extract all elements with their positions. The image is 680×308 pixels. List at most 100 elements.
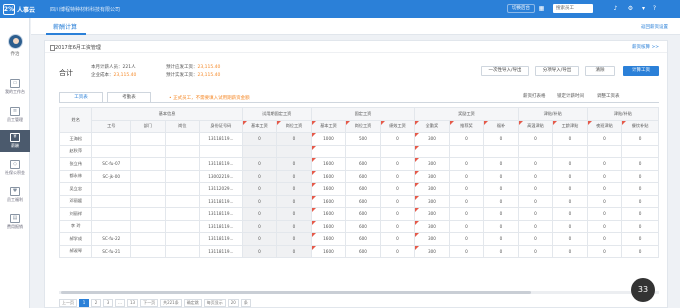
table-row[interactable]: 邓丽媛 13118119... 0 0 1600 600 0 300 0 0 0 0 0 0 <box>59 194 659 208</box>
table-cell[interactable] <box>621 144 659 158</box>
table-cell[interactable]: 0 <box>621 132 659 146</box>
table-cell[interactable]: 0 <box>552 219 588 233</box>
sidebar-item-staff[interactable]: ≡ 员工管理 <box>0 104 30 126</box>
table-cell[interactable]: 0 <box>586 244 623 258</box>
question-icon[interactable]: ? <box>651 5 658 12</box>
table-cell[interactable]: 600 <box>345 182 381 196</box>
pager-item[interactable]: 上一页 <box>59 299 77 307</box>
table-cell[interactable]: 0 <box>448 244 485 258</box>
table-cell[interactable]: 1600 <box>310 232 347 246</box>
table-cell[interactable]: 0 <box>483 157 519 171</box>
scrollbar-thumb[interactable] <box>61 291 531 294</box>
table-cell[interactable]: 0 <box>379 157 416 171</box>
bell-icon[interactable]: ♪ <box>612 5 619 12</box>
export-table-link[interactable]: 薪资打表格 <box>523 93 546 99</box>
table-cell[interactable]: 0 <box>483 219 519 233</box>
table-cell[interactable]: 300 <box>414 169 450 183</box>
switch-backend-button[interactable]: 切换后台 <box>507 4 535 13</box>
sidebar-item-expense[interactable]: ▤ 费用报销 <box>0 211 30 233</box>
table-cell[interactable] <box>276 144 312 158</box>
table-cell[interactable]: 0 <box>621 232 659 246</box>
table-cell[interactable]: 600 <box>345 232 381 246</box>
table-cell[interactable]: 0 <box>517 157 554 171</box>
table-cell[interactable]: 0 <box>586 207 623 221</box>
table-cell[interactable]: 0 <box>621 244 659 258</box>
table-cell[interactable] <box>310 144 347 158</box>
table-cell[interactable]: 0 <box>379 132 416 146</box>
table-cell[interactable] <box>448 144 485 158</box>
table-cell[interactable]: 0 <box>552 182 588 196</box>
table-cell[interactable]: 0 <box>241 182 278 196</box>
table-cell[interactable]: 0 <box>379 232 416 246</box>
table-cell[interactable]: 0 <box>276 232 312 246</box>
pager-item[interactable]: 13 <box>127 299 139 307</box>
table-cell[interactable]: 1600 <box>310 169 347 183</box>
table-cell[interactable]: 300 <box>414 207 450 221</box>
table-cell[interactable]: 0 <box>241 194 278 208</box>
table-cell[interactable]: 0 <box>483 207 519 221</box>
salary-accounting-link[interactable]: 薪资核算 >> <box>632 44 659 50</box>
table-cell[interactable] <box>586 144 623 158</box>
sidebar-item-insurance[interactable]: ◇ 社保公积金 <box>0 157 30 179</box>
sidebar-item-workbench[interactable]: ▭ 我的工作台 <box>0 76 30 98</box>
table-cell[interactable]: 0 <box>621 182 659 196</box>
avatar[interactable] <box>8 34 23 49</box>
table-cell[interactable]: 0 <box>379 244 416 258</box>
table-cell[interactable]: 0 <box>483 194 519 208</box>
sidebar-item-salary[interactable]: ¥ 薪酬 <box>0 130 30 152</box>
table-row[interactable]: 王海松 13118119... 0 0 1000 500 0 300 0 0 0 0 0 0 <box>59 132 659 146</box>
table-cell[interactable] <box>414 144 450 158</box>
table-cell[interactable]: 0 <box>241 232 278 246</box>
table-cell[interactable] <box>241 144 278 158</box>
table-cell[interactable]: 0 <box>379 169 416 183</box>
chevron-down-icon[interactable]: ▾ <box>640 5 647 12</box>
table-row[interactable]: 都永林 SC-jk-00 13002219... 0 0 1600 600 0 300 0 0 0 0 0… <box>59 169 659 183</box>
table-cell[interactable]: 1600 <box>310 207 347 221</box>
pager-item[interactable]: 条 <box>240 299 251 307</box>
table-cell[interactable]: 0 <box>552 157 588 171</box>
table-cell[interactable]: 600 <box>345 169 381 183</box>
table-cell[interactable]: 0 <box>552 207 588 221</box>
table-cell[interactable]: 0 <box>276 182 312 196</box>
table-cell[interactable]: 0 <box>241 157 278 171</box>
table-cell[interactable]: 0 <box>517 219 554 233</box>
table-cell[interactable]: 0 <box>448 157 485 171</box>
table-cell[interactable]: 0 <box>241 244 278 258</box>
table-cell[interactable] <box>517 144 554 158</box>
table-cell[interactable]: 0 <box>517 182 554 196</box>
table-cell[interactable]: 0 <box>448 219 485 233</box>
adjust-sheet-link[interactable]: 调整工资表 <box>597 93 620 99</box>
itemized-import-export-button[interactable]: 分项导入/导出 <box>535 66 579 76</box>
table-cell[interactable]: 1000 <box>310 132 347 146</box>
table-cell[interactable]: 0 <box>483 232 519 246</box>
lock-period-link[interactable]: 锁定计薪时间 <box>557 93 584 99</box>
table-cell[interactable]: 300 <box>414 232 450 246</box>
table-cell[interactable]: 0 <box>241 132 278 146</box>
pager-item[interactable]: 每页显示 <box>203 299 226 307</box>
table-cell[interactable]: 0 <box>276 157 312 171</box>
table-cell[interactable]: 0 <box>586 157 623 171</box>
table-cell[interactable]: 0 <box>517 244 554 258</box>
table-cell[interactable]: 0 <box>552 169 588 183</box>
floating-counter[interactable]: 33 <box>631 278 655 302</box>
table-row[interactable]: 吴立忠 13112029... 0 0 1600 600 0 300 0 0 0 0 0 0 <box>59 182 659 196</box>
table-cell[interactable]: 0 <box>586 132 623 146</box>
table-cell[interactable] <box>379 144 416 158</box>
table-cell[interactable]: 0 <box>379 194 416 208</box>
table-cell[interactable]: 600 <box>345 219 381 233</box>
bulk-import-export-button[interactable]: 一次性导入/导出 <box>481 66 529 76</box>
table-cell[interactable]: 0 <box>276 244 312 258</box>
pager-item[interactable]: ... <box>115 299 125 307</box>
table-cell[interactable]: 0 <box>483 169 519 183</box>
table-cell[interactable]: 600 <box>345 244 381 258</box>
table-cell[interactable]: 0 <box>483 132 519 146</box>
search-input[interactable]: 搜索员工 <box>553 4 593 13</box>
pager-item[interactable]: 2 <box>91 299 101 307</box>
app-logo[interactable]: 2% 人事云 <box>3 3 35 15</box>
table-cell[interactable]: 1600 <box>310 157 347 171</box>
table-cell[interactable]: 0 <box>276 219 312 233</box>
table-cell[interactable]: 0 <box>379 182 416 196</box>
table-cell[interactable]: 0 <box>448 232 485 246</box>
table-cell[interactable]: 0 <box>379 207 416 221</box>
table-cell[interactable]: 0 <box>276 132 312 146</box>
